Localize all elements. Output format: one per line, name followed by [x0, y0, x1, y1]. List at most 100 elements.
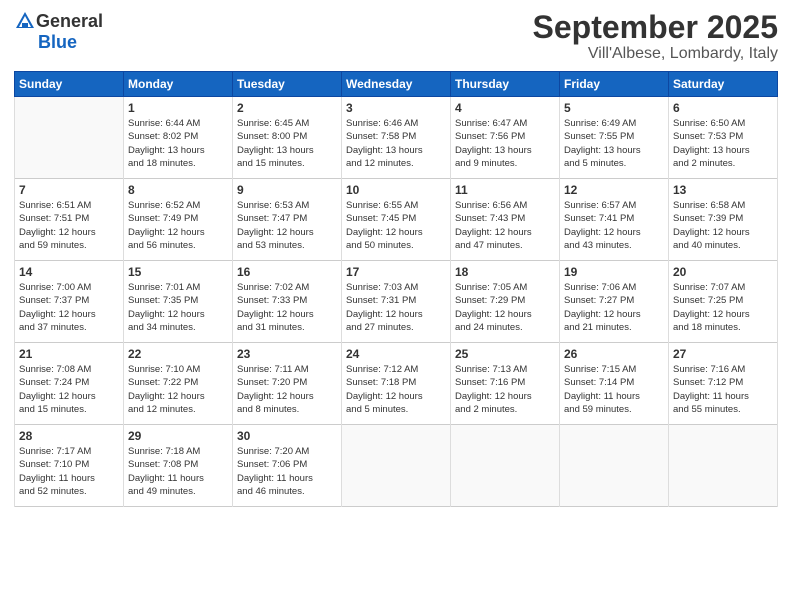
day-detail: Sunrise: 6:45 AM Sunset: 8:00 PM Dayligh…: [237, 117, 337, 170]
day-cell: [15, 97, 124, 179]
logo-icon: [14, 10, 36, 32]
day-detail: Sunrise: 7:00 AM Sunset: 7:37 PM Dayligh…: [19, 281, 119, 334]
day-detail: Sunrise: 7:11 AM Sunset: 7:20 PM Dayligh…: [237, 363, 337, 416]
day-number: 30: [237, 429, 337, 443]
day-detail: Sunrise: 7:15 AM Sunset: 7:14 PM Dayligh…: [564, 363, 664, 416]
day-detail: Sunrise: 7:07 AM Sunset: 7:25 PM Dayligh…: [673, 281, 773, 334]
week-row-1: 1 Sunrise: 6:44 AM Sunset: 8:02 PM Daylig…: [15, 97, 778, 179]
day-detail: Sunrise: 6:56 AM Sunset: 7:43 PM Dayligh…: [455, 199, 555, 252]
day-number: 19: [564, 265, 664, 279]
day-cell: 3 Sunrise: 6:46 AM Sunset: 7:58 PM Daylig…: [342, 97, 451, 179]
day-number: 27: [673, 347, 773, 361]
day-detail: Sunrise: 6:52 AM Sunset: 7:49 PM Dayligh…: [128, 199, 228, 252]
day-number: 21: [19, 347, 119, 361]
day-cell: 4 Sunrise: 6:47 AM Sunset: 7:56 PM Daylig…: [451, 97, 560, 179]
day-cell: 5Sunrise: 6:49 AM Sunset: 7:55 PM Daylig…: [560, 97, 669, 179]
day-cell: 12 Sunrise: 6:57 AM Sunset: 7:41 PM Dayli…: [560, 179, 669, 261]
week-row-4: 21 Sunrise: 7:08 AM Sunset: 7:24 PM Dayli…: [15, 343, 778, 425]
page-subtitle: Vill'Albese, Lombardy, Italy: [533, 45, 778, 63]
day-detail: Sunrise: 7:02 AM Sunset: 7:33 PM Dayligh…: [237, 281, 337, 334]
day-number: 23: [237, 347, 337, 361]
day-cell: 24 Sunrise: 7:12 AM Sunset: 7:18 PM Dayli…: [342, 343, 451, 425]
day-detail: Sunrise: 7:12 AM Sunset: 7:18 PM Dayligh…: [346, 363, 446, 416]
day-number: 10: [346, 183, 446, 197]
day-cell: [342, 425, 451, 507]
day-detail: Sunrise: 7:16 AM Sunset: 7:12 PM Dayligh…: [673, 363, 773, 416]
day-cell: 8 Sunrise: 6:52 AM Sunset: 7:49 PM Daylig…: [124, 179, 233, 261]
day-number: 4: [455, 101, 555, 115]
day-number: 9: [237, 183, 337, 197]
day-number: 29: [128, 429, 228, 443]
day-number: 24: [346, 347, 446, 361]
day-cell: 25 Sunrise: 7:13 AM Sunset: 7:16 PM Dayli…: [451, 343, 560, 425]
day-number: 14: [19, 265, 119, 279]
day-number: 13: [673, 183, 773, 197]
day-cell: 21 Sunrise: 7:08 AM Sunset: 7:24 PM Dayli…: [15, 343, 124, 425]
day-detail: Sunrise: 6:44 AM Sunset: 8:02 PM Dayligh…: [128, 117, 228, 170]
day-number: 16: [237, 265, 337, 279]
day-number: 5: [564, 101, 664, 115]
day-number: 7: [19, 183, 119, 197]
col-header-wednesday: Wednesday: [342, 72, 451, 97]
day-cell: 16 Sunrise: 7:02 AM Sunset: 7:33 PM Dayli…: [233, 261, 342, 343]
day-number: 12: [564, 183, 664, 197]
logo-blue: Blue: [38, 32, 77, 53]
title-block: September 2025 Vill'Albese, Lombardy, It…: [533, 10, 778, 63]
day-cell: 17Sunrise: 7:03 AM Sunset: 7:31 PM Dayli…: [342, 261, 451, 343]
day-number: 22: [128, 347, 228, 361]
day-detail: Sunrise: 6:51 AM Sunset: 7:51 PM Dayligh…: [19, 199, 119, 252]
day-detail: Sunrise: 6:47 AM Sunset: 7:56 PM Dayligh…: [455, 117, 555, 170]
day-detail: Sunrise: 6:57 AM Sunset: 7:41 PM Dayligh…: [564, 199, 664, 252]
day-cell: 20 Sunrise: 7:07 AM Sunset: 7:25 PM Dayli…: [669, 261, 778, 343]
day-detail: Sunrise: 7:13 AM Sunset: 7:16 PM Dayligh…: [455, 363, 555, 416]
col-header-saturday: Saturday: [669, 72, 778, 97]
day-detail: Sunrise: 7:18 AM Sunset: 7:08 PM Dayligh…: [128, 445, 228, 498]
day-number: 26: [564, 347, 664, 361]
header-row: SundayMondayTuesdayWednesdayThursdayFrid…: [15, 72, 778, 97]
day-detail: Sunrise: 6:46 AM Sunset: 7:58 PM Dayligh…: [346, 117, 446, 170]
day-cell: [451, 425, 560, 507]
day-cell: 18 Sunrise: 7:05 AM Sunset: 7:29 PM Dayli…: [451, 261, 560, 343]
day-detail: Sunrise: 7:05 AM Sunset: 7:29 PM Dayligh…: [455, 281, 555, 334]
day-number: 17: [346, 265, 446, 279]
day-detail: Sunrise: 6:50 AM Sunset: 7:53 PM Dayligh…: [673, 117, 773, 170]
day-number: 28: [19, 429, 119, 443]
day-cell: 1 Sunrise: 6:44 AM Sunset: 8:02 PM Daylig…: [124, 97, 233, 179]
logo: General Blue: [14, 10, 103, 53]
day-number: 8: [128, 183, 228, 197]
day-detail: Sunrise: 6:55 AM Sunset: 7:45 PM Dayligh…: [346, 199, 446, 252]
day-cell: 11 Sunrise: 6:56 AM Sunset: 7:43 PM Dayli…: [451, 179, 560, 261]
day-detail: Sunrise: 7:17 AM Sunset: 7:10 PM Dayligh…: [19, 445, 119, 498]
day-cell: 15Sunrise: 7:01 AM Sunset: 7:35 PM Dayli…: [124, 261, 233, 343]
col-header-tuesday: Tuesday: [233, 72, 342, 97]
day-detail: Sunrise: 7:20 AM Sunset: 7:06 PM Dayligh…: [237, 445, 337, 498]
logo-general: General: [36, 11, 103, 32]
day-detail: Sunrise: 7:06 AM Sunset: 7:27 PM Dayligh…: [564, 281, 664, 334]
day-number: 25: [455, 347, 555, 361]
day-cell: 6Sunrise: 6:50 AM Sunset: 7:53 PM Daylig…: [669, 97, 778, 179]
day-cell: 13 Sunrise: 6:58 AM Sunset: 7:39 PM Dayli…: [669, 179, 778, 261]
day-number: 3: [346, 101, 446, 115]
day-cell: 19 Sunrise: 7:06 AM Sunset: 7:27 PM Dayli…: [560, 261, 669, 343]
day-number: 11: [455, 183, 555, 197]
day-cell: 14 Sunrise: 7:00 AM Sunset: 7:37 PM Dayli…: [15, 261, 124, 343]
day-detail: Sunrise: 7:10 AM Sunset: 7:22 PM Dayligh…: [128, 363, 228, 416]
day-number: 1: [128, 101, 228, 115]
day-number: 20: [673, 265, 773, 279]
week-row-3: 14 Sunrise: 7:00 AM Sunset: 7:37 PM Dayli…: [15, 261, 778, 343]
day-detail: Sunrise: 7:08 AM Sunset: 7:24 PM Dayligh…: [19, 363, 119, 416]
col-header-thursday: Thursday: [451, 72, 560, 97]
day-cell: 26 Sunrise: 7:15 AM Sunset: 7:14 PM Dayli…: [560, 343, 669, 425]
day-cell: 22 Sunrise: 7:10 AM Sunset: 7:22 PM Dayli…: [124, 343, 233, 425]
day-cell: 23 Sunrise: 7:11 AM Sunset: 7:20 PM Dayli…: [233, 343, 342, 425]
day-cell: 27 Sunrise: 7:16 AM Sunset: 7:12 PM Dayli…: [669, 343, 778, 425]
day-detail: Sunrise: 6:58 AM Sunset: 7:39 PM Dayligh…: [673, 199, 773, 252]
calendar-table: SundayMondayTuesdayWednesdayThursdayFrid…: [14, 71, 778, 507]
day-cell: [669, 425, 778, 507]
day-cell: 28 Sunrise: 7:17 AM Sunset: 7:10 PM Dayli…: [15, 425, 124, 507]
col-header-friday: Friday: [560, 72, 669, 97]
day-number: 18: [455, 265, 555, 279]
col-header-sunday: Sunday: [15, 72, 124, 97]
day-cell: 29 Sunrise: 7:18 AM Sunset: 7:08 PM Dayli…: [124, 425, 233, 507]
day-cell: 30 Sunrise: 7:20 AM Sunset: 7:06 PM Dayli…: [233, 425, 342, 507]
